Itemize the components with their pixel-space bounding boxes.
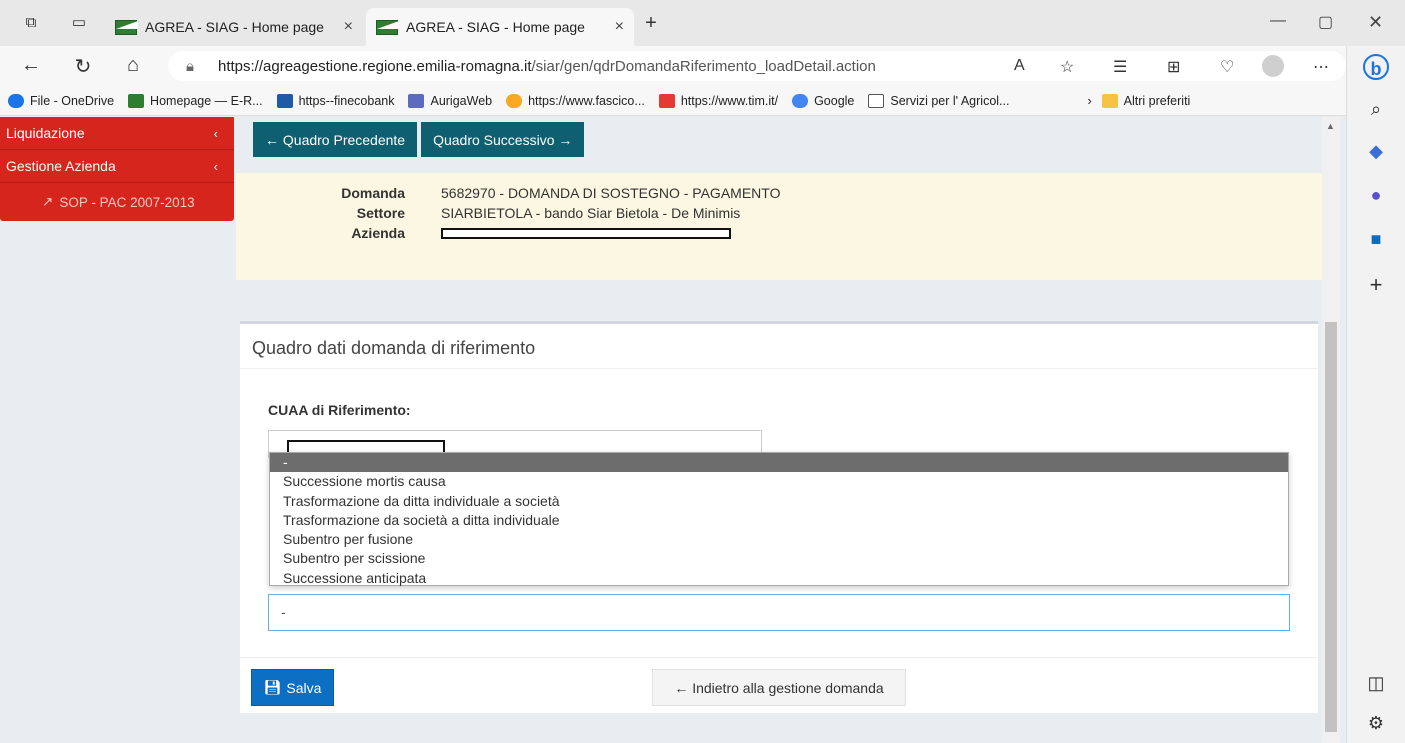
search-icon[interactable]: ⌕ [1363,96,1389,122]
bookmark-google[interactable]: Google [792,93,854,108]
auriga-icon [408,93,425,108]
info-row-domanda: Domanda 5682970 - DOMANDA DI SOSTEGNO - … [236,185,1322,203]
folder-icon [1101,93,1118,108]
dropdown-option[interactable]: Trasformazione da società a ditta indivi… [270,511,1288,530]
info-row-azienda: Azienda [236,225,1322,243]
emilia-romagna-flag-icon [115,19,138,35]
tim-icon [658,93,675,108]
tab-2[interactable]: AGREA - SIAG - Home page × [366,8,634,46]
cuaa-label: CUAA di Riferimento: [268,402,411,418]
address-bar-row: ← ↻ ⌂ 🔒︎ https://agreagestione.regione.e… [0,46,1405,86]
home-icon[interactable]: ⌂ [120,54,146,77]
profile-avatar-icon[interactable] [1262,55,1284,77]
google-icon [792,93,809,108]
domanda-riferimento-panel: Quadro dati domanda di riferimento CUAA … [240,321,1318,713]
scroll-thumb[interactable] [1325,322,1337,732]
page-viewport: Liquidazione ‹ Gestione Azienda ‹ ↗ SOP … [0,117,1346,743]
sidebar-toggle-icon[interactable]: ◫ [1363,670,1389,696]
more-menu-icon[interactable]: ⋯ [1313,57,1329,77]
domanda-label: Domanda [341,185,405,201]
performance-icon[interactable]: ♡ [1220,57,1234,77]
tab-1[interactable]: AGREA - SIAG - Home page × [105,8,363,46]
outlook-icon[interactable]: ■ [1363,226,1389,252]
add-sidebar-app-icon[interactable]: + [1363,272,1389,298]
nav-item-sop-pac[interactable]: ↗ SOP - PAC 2007-2013 [0,183,234,221]
url-host: https://agreagestione.regione.emilia-rom… [218,57,532,75]
nav-item-liquidazione[interactable]: Liquidazione ‹ [0,117,234,150]
left-navigation: Liquidazione ‹ Gestione Azienda ‹ ↗ SOP … [0,117,234,224]
page-scrollbar[interactable]: ▲ [1322,117,1340,743]
dropdown-option[interactable]: Subentro per scissione [270,549,1288,568]
tab-2-title: AGREA - SIAG - Home page [406,19,585,35]
quadro-precedente-button[interactable]: ← Quadro Precedente [253,122,418,157]
bookmarks-overflow-icon[interactable]: › [1087,94,1091,108]
settings-gear-icon[interactable]: ⚙ [1363,710,1389,736]
back-icon[interactable]: ← [18,54,44,77]
restore-icon[interactable]: ▢ [1318,12,1333,32]
bookmark-tim[interactable]: https://www.tim.it/ [658,93,778,108]
read-aloud-icon[interactable]: A [1014,57,1025,75]
bookmark-homepage-er[interactable]: Homepage — E-R... [128,93,263,108]
dropdown-option[interactable]: Trasformazione da ditta individuale a so… [270,492,1288,511]
settore-value: SIARBIETOLA - bando Siar Bietola - De Mi… [441,205,741,221]
tab-1-title: AGREA - SIAG - Home page [145,19,324,35]
quadro-nav-buttons: ← Quadro Precedente Quadro Successivo → [253,122,585,157]
dropdown-option[interactable]: Successione mortis causa [270,472,1288,491]
dots-icon [506,93,523,108]
indietro-gestione-domanda-button[interactable]: ← Indietro alla gestione domanda [652,669,906,706]
domanda-info-box: Domanda 5682970 - DOMANDA DI SOSTEGNO - … [236,173,1322,280]
shopping-tag-icon[interactable]: ◆ [1363,138,1389,164]
minimize-icon[interactable]: — [1270,12,1286,30]
new-tab-icon[interactable]: + [640,12,662,34]
dropdown-option[interactable]: Subentro per fusione [270,530,1288,549]
panel-footer-divider [240,657,1318,658]
collections-icon[interactable]: ⊞ [1167,57,1180,77]
tab-1-close-icon[interactable]: × [344,18,353,36]
page-icon [868,93,885,108]
azienda-redacted-value [441,228,731,239]
office-icon[interactable]: ● [1363,182,1389,208]
external-link-icon: ↗ [42,194,54,209]
tipo-subentro-select[interactable]: - [268,594,1290,631]
save-disk-icon: 💾︎ [263,679,282,695]
bookmark-servizi-agricol[interactable]: Servizi per l' Agricol... [868,93,1009,108]
bookmark-fascicolo[interactable]: https://www.fascico... [506,93,645,108]
bing-copilot-icon[interactable]: b [1363,54,1389,80]
scroll-up-icon[interactable]: ▲ [1326,121,1335,131]
dropdown-option[interactable]: - [270,453,1288,473]
emilia-romagna-flag-icon [376,19,399,35]
chevron-left-icon: ‹ [213,125,218,141]
bookmarks-bar: File - OneDrive Homepage — E-R... https-… [0,86,1346,116]
bookmark-altri-preferiti[interactable]: Altri preferiti [1101,93,1190,108]
panel-divider [240,368,1318,369]
close-window-icon[interactable]: ✕ [1368,12,1383,33]
tipo-subentro-dropdown-list: - Successione mortis causa Trasformazion… [269,452,1289,586]
fineco-icon [276,93,293,108]
edge-sidebar: b ⌕ ◆ ● ■ + ◫ ⚙ [1346,46,1405,743]
browser-tab-bar: ⧉ ▭ AGREA - SIAG - Home page × AGREA - S… [0,0,1405,46]
salva-button[interactable]: 💾︎ Salva [251,669,334,706]
emilia-romagna-flag-icon [128,93,145,108]
quadro-successivo-button[interactable]: Quadro Successivo → [421,122,585,157]
chevron-left-icon: ‹ [213,158,218,174]
bookmark-finecobank[interactable]: https--finecobank [276,93,394,108]
favorite-star-icon[interactable]: ☆ [1060,57,1074,77]
domanda-value: 5682970 - DOMANDA DI SOSTEGNO - PAGAMENT… [441,185,781,201]
bookmark-onedrive[interactable]: File - OneDrive [8,93,114,108]
info-row-settore: Settore SIARBIETOLA - bando Siar Bietola… [236,205,1322,223]
panel-title: Quadro dati domanda di riferimento [252,338,536,358]
tab-actions-icon[interactable]: ▭ [68,12,90,34]
nav-item-gestione-azienda[interactable]: Gestione Azienda ‹ [0,150,234,183]
workspaces-icon[interactable]: ⧉ [20,12,42,34]
bookmark-aurigaweb[interactable]: AurigaWeb [408,93,492,108]
tab-2-close-icon[interactable]: × [615,18,624,36]
dropdown-option[interactable]: Successione anticipata [270,569,1288,588]
azienda-label: Azienda [351,225,405,241]
refresh-icon[interactable]: ↻ [70,54,96,79]
cloud-icon [8,93,24,108]
url-path: /siar/gen/qdrDomandaRiferimento_loadDeta… [531,57,876,75]
lock-icon: 🔒︎ [186,57,194,75]
settore-label: Settore [356,205,405,221]
favorites-icon[interactable]: ☰ [1113,57,1127,77]
